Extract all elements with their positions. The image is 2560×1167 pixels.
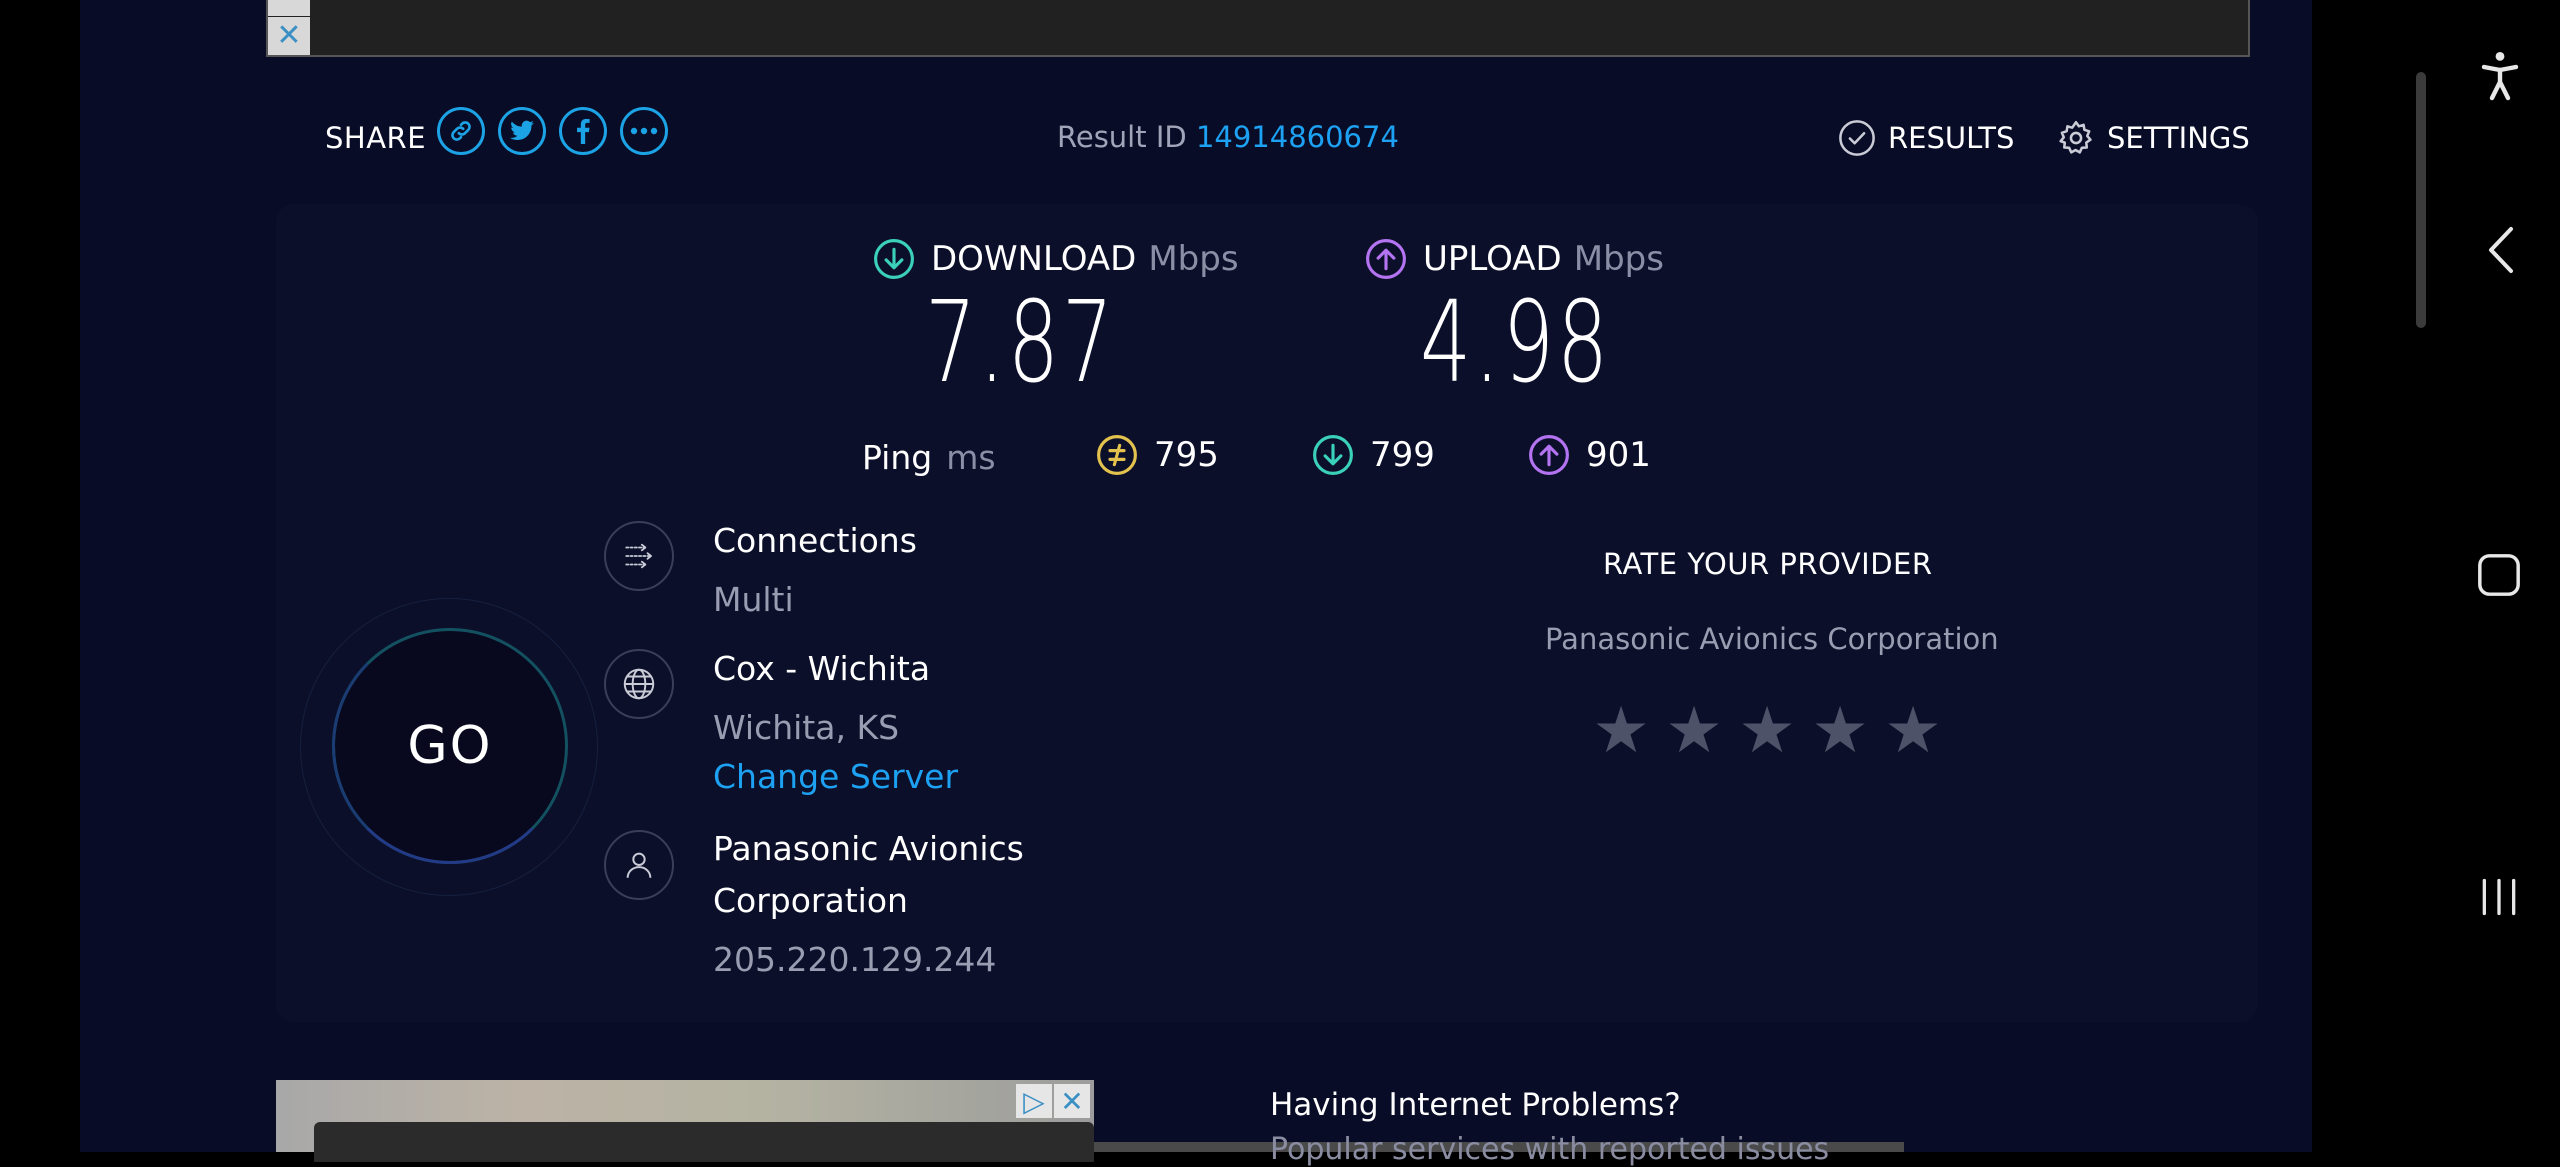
gear-icon [2059, 120, 2092, 154]
change-server-link[interactable]: Change Server [713, 757, 958, 796]
provider-ip: 205.220.129.244 [713, 940, 997, 979]
ping-upload-value: 901 [1586, 435, 1651, 475]
result-id: Result ID 14914860674 [1057, 120, 1399, 154]
rate-provider-title: RATE YOUR PROVIDER [1603, 547, 1933, 581]
idle-latency-icon [1097, 435, 1137, 475]
share-icons [437, 107, 668, 155]
download-latency-icon [1313, 435, 1353, 475]
ping-download-value: 799 [1370, 435, 1435, 475]
download-label: DOWNLOAD [931, 239, 1137, 279]
provider-title-line2: Corporation [713, 881, 908, 920]
star-4-icon[interactable]: ★ [1809, 693, 1871, 769]
back-icon[interactable] [2478, 222, 2522, 278]
connections-value: Multi [713, 580, 794, 619]
ping-title: Ping [862, 438, 933, 477]
ping-upload: 901 [1528, 434, 1651, 476]
upload-value: 4.98 [1420, 278, 1612, 408]
star-3-icon[interactable]: ★ [1736, 693, 1798, 769]
results-label: RESULTS [1888, 121, 2015, 155]
ping-download: 799 [1312, 434, 1435, 476]
check-circle-icon [1839, 120, 1875, 156]
ad-close-icon[interactable]: ✕ [268, 17, 310, 55]
internet-problems-title: Having Internet Problems? [1270, 1087, 1681, 1123]
server-location: Wichita, KS [713, 708, 900, 747]
results-button[interactable]: RESULTS [1838, 119, 2014, 157]
upload-label: UPLOAD [1423, 239, 1562, 279]
upload-arrow-icon [1366, 239, 1406, 279]
bottom-ad-banner[interactable]: ▷ ✕ [276, 1080, 1094, 1162]
star-1-icon[interactable]: ★ [1590, 693, 1652, 769]
home-icon[interactable] [2472, 548, 2526, 602]
user-icon [604, 830, 674, 900]
star-2-icon[interactable]: ★ [1663, 693, 1725, 769]
provider-title-line1: Panasonic Avionics [713, 829, 1024, 868]
connections-icon [604, 521, 674, 591]
go-button[interactable]: GO [332, 628, 568, 864]
more-icon[interactable] [620, 107, 668, 155]
ping-idle: 795 [1096, 434, 1219, 476]
settings-label: SETTINGS [2107, 121, 2250, 155]
download-header: DOWNLOAD Mbps [873, 238, 1239, 280]
ad-content [314, 1122, 1094, 1162]
download-unit: Mbps [1148, 239, 1239, 279]
star-5-icon[interactable]: ★ [1882, 693, 1944, 769]
download-value: 7.87 [925, 278, 1117, 408]
ad-info-icon[interactable] [268, 0, 310, 16]
result-card [276, 204, 2258, 1022]
result-id-link[interactable]: 14914860674 [1196, 120, 1399, 154]
star-rating: ★ ★ ★ ★ ★ [1590, 693, 1944, 769]
result-id-label: Result ID [1057, 120, 1187, 154]
twitter-icon[interactable] [498, 107, 546, 155]
connections-title: Connections [713, 521, 917, 560]
globe-icon [604, 649, 674, 719]
accessibility-icon[interactable] [2474, 48, 2526, 104]
download-arrow-icon [874, 239, 914, 279]
facebook-icon[interactable] [559, 107, 607, 155]
top-ad-banner[interactable]: ✕ [266, 0, 2250, 57]
settings-button[interactable]: SETTINGS [2057, 119, 2250, 157]
rate-provider-name: Panasonic Avionics Corporation [1545, 622, 1999, 656]
server-title: Cox - Wichita [713, 649, 931, 688]
internet-problems-subtitle: Popular services with reported issues [1270, 1132, 1830, 1167]
scrollbar[interactable] [2416, 72, 2426, 328]
ping-idle-value: 795 [1154, 435, 1219, 475]
adchoices-icon[interactable]: ▷ [1016, 1084, 1052, 1118]
recent-apps-icon[interactable] [2472, 870, 2526, 924]
upload-latency-icon [1529, 435, 1569, 475]
upload-header: UPLOAD Mbps [1365, 238, 1664, 280]
ping-label: Ping ms [862, 438, 996, 477]
ad-controls: ▷ ✕ [1016, 1084, 1090, 1118]
ping-unit: ms [946, 438, 996, 477]
share-label: SHARE [325, 121, 427, 155]
link-icon[interactable] [437, 107, 485, 155]
upload-unit: Mbps [1573, 239, 1664, 279]
ad-close-icon[interactable]: ✕ [1054, 1084, 1090, 1118]
